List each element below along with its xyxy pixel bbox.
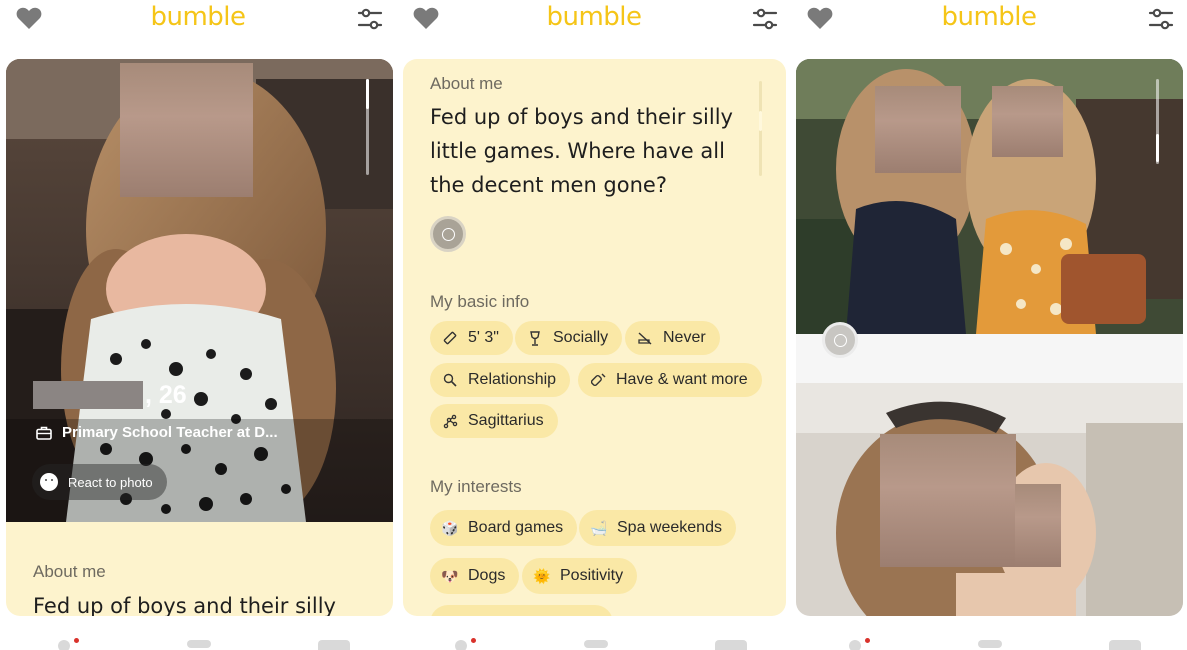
chip-height: 5' 3" xyxy=(430,321,513,355)
name-age: , 26 xyxy=(33,380,187,410)
job-title: Primary School Teacher at D... xyxy=(62,424,278,441)
about-line: the decent men gone? xyxy=(430,173,667,197)
face-redaction xyxy=(120,63,253,197)
chip-label: Spa weekends xyxy=(617,519,722,536)
profile-photo[interactable] xyxy=(6,59,393,522)
react-to-photo-button[interactable] xyxy=(822,322,858,358)
bottom-nav xyxy=(0,630,396,650)
bathtub-icon: 🛁 xyxy=(590,519,608,536)
ruler-icon xyxy=(442,330,458,346)
notification-dot xyxy=(471,638,476,643)
profile-panel-photos: bumble xyxy=(791,0,1187,650)
photo-image xyxy=(796,59,1183,334)
profile-info-card[interactable]: About me Fed up of boys and their silly … xyxy=(403,59,786,616)
job-line: Primary School Teacher at D... xyxy=(36,424,278,441)
zodiac-icon xyxy=(442,413,458,429)
face-redaction xyxy=(992,86,1063,157)
briefcase-icon xyxy=(36,426,52,440)
smiley-icon xyxy=(834,334,847,347)
group-photo[interactable] xyxy=(796,59,1183,334)
bumble-logo: bumble xyxy=(546,2,642,32)
dog-icon: 🐶 xyxy=(441,567,459,584)
second-photo[interactable] xyxy=(796,383,1183,616)
card-scrollbar[interactable] xyxy=(759,81,762,176)
bottom-nav xyxy=(791,630,1187,650)
nav-chat-icon[interactable] xyxy=(1109,640,1141,650)
chip-smoking: Never xyxy=(625,321,720,355)
chip-label: Have & want more xyxy=(616,371,748,388)
chip-drinking: Socially xyxy=(515,321,623,355)
chip-interest: 🐶 Dogs xyxy=(430,558,520,594)
about-me-label: About me xyxy=(33,562,106,581)
chip-label: 5' 3" xyxy=(468,329,499,346)
react-to-photo-button[interactable]: React to photo xyxy=(32,464,167,500)
nav-swipe-icon[interactable] xyxy=(187,640,211,648)
sun-icon: 🌞 xyxy=(533,567,551,584)
react-to-prompt-button[interactable] xyxy=(430,216,466,252)
nav-profile-icon[interactable] xyxy=(58,640,70,650)
chip-label: Board games xyxy=(468,519,564,536)
top-bar: bumble xyxy=(397,0,791,56)
about-line: little games. Where have all xyxy=(430,139,725,163)
about-line: Fed up of boys and their silly xyxy=(430,105,733,129)
top-bar: bumble xyxy=(791,0,1187,56)
about-me-label: About me xyxy=(430,74,503,93)
chip-looking-for: Relationship xyxy=(430,363,571,397)
filter-icon[interactable] xyxy=(1147,5,1175,33)
filter-icon[interactable] xyxy=(356,5,384,33)
dice-icon: 🎲 xyxy=(441,519,459,536)
filter-icon[interactable] xyxy=(751,5,779,33)
chip-kids: Have & want more xyxy=(578,363,762,397)
age: , 26 xyxy=(145,380,187,409)
profile-card[interactable]: About me Fed up of boys and their silly xyxy=(6,59,393,616)
wine-glass-icon xyxy=(527,330,543,346)
bumble-logo: bumble xyxy=(941,2,1037,32)
face-redaction xyxy=(880,434,1016,567)
chip-label: Never xyxy=(663,329,706,346)
search-icon xyxy=(442,372,458,388)
nav-chat-icon[interactable] xyxy=(318,640,350,650)
notification-dot xyxy=(74,638,79,643)
nav-swipe-icon[interactable] xyxy=(978,640,1002,648)
notification-dot xyxy=(865,638,870,643)
photo-scrollbar[interactable] xyxy=(1156,79,1159,164)
bottom-nav xyxy=(397,630,791,650)
chip-label: Relationship xyxy=(468,371,557,388)
chip-label: Positivity xyxy=(560,567,624,584)
smiley-icon xyxy=(442,228,455,241)
chip-interest: 🎲 Board games xyxy=(430,510,578,546)
chip-interest: 🌞 Positivity xyxy=(522,558,638,594)
bumble-logo: bumble xyxy=(150,2,246,32)
nav-chat-icon[interactable] xyxy=(715,640,747,650)
about-me-text: Fed up of boys and their silly little ga… xyxy=(430,100,733,202)
no-smoking-icon xyxy=(637,330,653,346)
interests-label: My interests xyxy=(430,477,522,496)
chip-label: Socially xyxy=(553,329,609,346)
chip-label: Sagittarius xyxy=(468,412,544,429)
face-redaction xyxy=(1015,484,1061,567)
chip-star-sign: Sagittarius xyxy=(430,404,558,438)
chip-interest: 🛁 Spa weekends xyxy=(579,510,736,546)
name-redaction xyxy=(33,381,143,409)
photo-stack-card[interactable] xyxy=(796,59,1183,616)
chip-label: Dogs xyxy=(468,567,506,584)
profile-panel-photo: bumble About me Fed up of boys and their… xyxy=(0,0,396,650)
nav-profile-icon[interactable] xyxy=(455,640,467,650)
face-redaction xyxy=(875,86,961,173)
react-to-photo-label: React to photo xyxy=(68,474,153,490)
chip-interest-partial xyxy=(430,605,613,616)
nav-profile-icon[interactable] xyxy=(849,640,861,650)
profile-panel-info: bumble About me Fed up of boys and their… xyxy=(397,0,791,650)
top-bar: bumble xyxy=(0,0,396,56)
about-me-preview: Fed up of boys and their silly xyxy=(33,594,336,616)
smiley-icon xyxy=(40,473,58,491)
basic-info-label: My basic info xyxy=(430,292,530,311)
nav-swipe-icon[interactable] xyxy=(584,640,608,648)
baby-bottle-icon xyxy=(590,372,606,388)
photo-scrollbar[interactable] xyxy=(366,79,369,175)
